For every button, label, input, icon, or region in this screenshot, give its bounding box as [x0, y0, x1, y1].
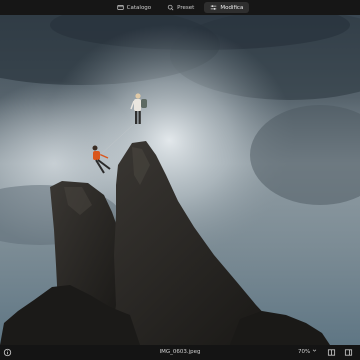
tab-label: Catalogo: [126, 4, 152, 11]
chevron-down-icon: [312, 345, 317, 360]
tab-catalogo[interactable]: Catalogo: [111, 2, 158, 13]
compare-icon[interactable]: [327, 348, 336, 357]
photo-image: [0, 15, 360, 345]
preset-icon: [167, 4, 174, 11]
panel-icon[interactable]: [344, 348, 353, 357]
tab-label: Preset: [177, 4, 195, 11]
zoom-value: 70%: [298, 349, 311, 355]
tab-label: Modifica: [220, 4, 244, 11]
photo-editor-window: Catalogo Preset Modifica IMG_0603.jpeg 7…: [0, 0, 360, 360]
library-icon: [117, 4, 124, 11]
bottom-toolbar: IMG_0603.jpeg 70%: [0, 345, 360, 360]
sliders-icon: [210, 4, 217, 11]
tab-modifica[interactable]: Modifica: [204, 2, 250, 13]
photo-canvas[interactable]: [0, 15, 360, 345]
top-toolbar: Catalogo Preset Modifica: [0, 0, 360, 15]
tab-preset[interactable]: Preset: [161, 2, 200, 13]
zoom-dropdown[interactable]: 70%: [298, 345, 317, 360]
